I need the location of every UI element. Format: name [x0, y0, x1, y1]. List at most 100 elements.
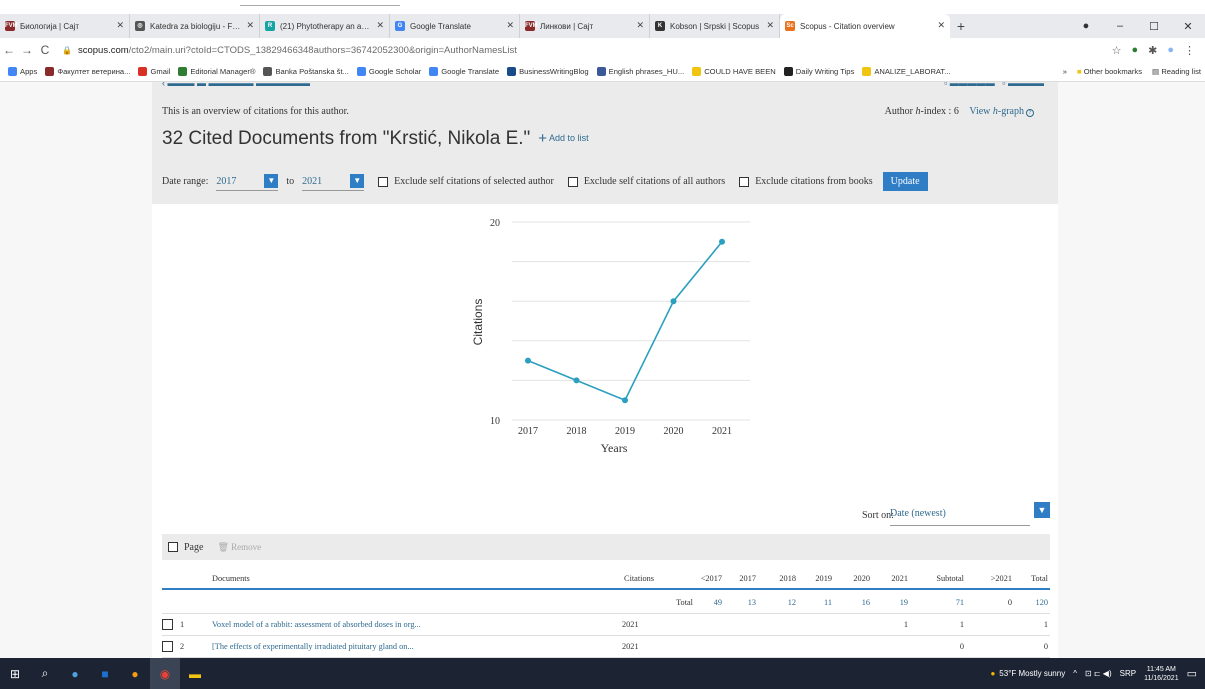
- sort-select[interactable]: Date (newest): [890, 508, 1030, 526]
- document-title-link[interactable]: [The effects of experimentally irradiate…: [212, 642, 414, 651]
- new-tab-button[interactable]: +: [950, 14, 972, 38]
- data-point[interactable]: [525, 357, 531, 364]
- checkbox-box[interactable]: [739, 176, 750, 187]
- browser-tab[interactable]: K Kobson | Srpski | Scopus ✕: [650, 14, 780, 38]
- from-year-select[interactable]: 2017 ▼: [216, 173, 279, 191]
- minimize-button[interactable]: –: [1103, 20, 1137, 32]
- bookmark-item[interactable]: BusinessWritingBlog: [507, 67, 589, 76]
- bookmark-item[interactable]: Apps: [8, 67, 37, 76]
- to-year-select[interactable]: 2021 ▼: [302, 173, 365, 191]
- tab-close-icon[interactable]: ✕: [246, 20, 254, 31]
- tab-close-icon[interactable]: ✕: [766, 20, 774, 31]
- outlook-icon[interactable]: ■: [90, 658, 120, 689]
- update-button[interactable]: Update: [882, 172, 928, 191]
- data-point[interactable]: [719, 238, 725, 245]
- tray-chevron-icon[interactable]: ^: [1073, 669, 1077, 678]
- bookmark-item[interactable]: Banka Poštanska št...: [263, 67, 349, 76]
- more-bookmarks-button[interactable]: »: [1063, 67, 1067, 76]
- bookmark-item[interactable]: Google Scholar: [356, 67, 421, 76]
- browser-tab[interactable]: G Google Translate ✕: [390, 14, 520, 38]
- bookmark-item[interactable]: ANALIZE_LABORAT...: [862, 67, 951, 76]
- export-print-partial[interactable]: ▫ ▬▬▬▬▬ ▫ ▬▬▬▬: [944, 82, 1044, 88]
- total-cell[interactable]: 71: [956, 598, 964, 607]
- maximize-button[interactable]: ☐: [1137, 20, 1171, 33]
- row-checkbox[interactable]: [162, 619, 173, 630]
- total-cell[interactable]: 11: [824, 598, 832, 607]
- row-checkbox[interactable]: [162, 641, 173, 652]
- total-cell[interactable]: 12: [788, 598, 796, 607]
- browser-tab[interactable]: R (21) Phytotherapy an alternative ✕: [260, 14, 390, 38]
- chrome-icon[interactable]: ◉: [150, 658, 180, 689]
- data-point[interactable]: [573, 377, 580, 384]
- exclude-self-all-label: Exclude self citations of all authors: [583, 176, 726, 187]
- bookmark-item[interactable]: Факултет ветерина...: [45, 67, 130, 76]
- bookmark-item[interactable]: Daily Writing Tips: [783, 67, 854, 76]
- browser-menu-icon[interactable]: ⋮: [1184, 44, 1195, 57]
- exclude-self-all-checkbox[interactable]: Exclude self citations of all authors: [567, 176, 726, 187]
- forward-arrow-icon[interactable]: →: [18, 43, 36, 57]
- bookmark-label: English phrases_HU...: [608, 67, 685, 76]
- chevron-down-icon[interactable]: ▼: [350, 174, 365, 188]
- total-cell[interactable]: 13: [748, 598, 756, 607]
- account-avatar[interactable]: ●: [1167, 44, 1174, 56]
- add-to-list-button[interactable]: + Add to list: [538, 130, 588, 147]
- browser-tab[interactable]: FVM Линкови | Сајт ✕: [520, 14, 650, 38]
- data-points: [525, 238, 725, 404]
- tray-icons[interactable]: ⊡ ⊏ ◀): [1085, 669, 1112, 678]
- data-point[interactable]: [622, 397, 628, 404]
- bookmark-icon: [862, 67, 872, 76]
- tab-close-icon[interactable]: ✕: [116, 20, 124, 31]
- browser-tab[interactable]: FVM Биологија | Сајт ✕: [0, 14, 130, 38]
- total-cell[interactable]: 49: [714, 598, 722, 607]
- chevron-down-icon[interactable]: ▼: [264, 174, 279, 188]
- exclude-self-author-label: Exclude self citations of selected autho…: [394, 176, 554, 187]
- page-checkbox[interactable]: [168, 542, 178, 552]
- bookmark-item[interactable]: Editorial Manager®: [178, 67, 255, 76]
- system-tray: ● 53°F Mostly sunny ^ ⊡ ⊏ ◀) SRP 11:45 AM…: [990, 665, 1205, 683]
- total-cell[interactable]: 19: [900, 598, 908, 607]
- windows-start-icon[interactable]: ⊞: [0, 658, 30, 689]
- exclude-self-author-checkbox[interactable]: Exclude self citations of selected autho…: [378, 176, 554, 187]
- bookmark-item[interactable]: Gmail: [138, 67, 170, 76]
- tab-close-icon[interactable]: ✕: [506, 20, 514, 31]
- browser-tab-bar: FVM Биологија | Сајт ✕ ◎ Katedra za biologij…: [0, 14, 1205, 38]
- total-cell[interactable]: 120: [1036, 598, 1048, 607]
- remove-button[interactable]: 🗑 Remove: [217, 542, 261, 553]
- exclude-books-checkbox[interactable]: Exclude citations from books: [739, 176, 873, 187]
- profile-icon[interactable]: ●: [1069, 20, 1103, 32]
- checkbox-box[interactable]: [378, 176, 389, 187]
- checkbox-box[interactable]: [567, 176, 578, 187]
- tab-close-icon[interactable]: ✕: [636, 20, 644, 31]
- bookmark-star-icon[interactable]: ☆: [1112, 44, 1122, 57]
- extension-icon[interactable]: ●: [1131, 44, 1138, 56]
- language-indicator[interactable]: SRP: [1120, 669, 1136, 678]
- total-cell[interactable]: 16: [862, 598, 870, 607]
- tab-close-icon[interactable]: ✕: [376, 20, 384, 31]
- reading-list[interactable]: ▤ Reading list: [1152, 67, 1201, 76]
- search-icon[interactable]: ⌕: [30, 658, 60, 689]
- browser-tab[interactable]: Sc Scopus - Citation overview ✕: [780, 14, 950, 38]
- chevron-down-icon[interactable]: ▼: [1034, 502, 1050, 518]
- view-h-graph-link[interactable]: View h-graph?: [969, 106, 1034, 117]
- clock[interactable]: 11:45 AM 11/16/2021: [1144, 665, 1179, 683]
- browser-tab[interactable]: ◎ Katedra za biologiju - Fakultet ve ✕: [130, 14, 260, 38]
- tab-close-icon[interactable]: ✕: [937, 20, 945, 31]
- close-window-button[interactable]: ✕: [1171, 20, 1205, 33]
- bookmark-item[interactable]: Google Translate: [429, 67, 499, 76]
- notifications-icon[interactable]: ▭: [1187, 667, 1197, 680]
- extensions-puzzle-icon[interactable]: ✱: [1148, 44, 1157, 57]
- weather-widget[interactable]: ● 53°F Mostly sunny: [990, 669, 1065, 678]
- bookmark-item[interactable]: COULD HAVE BEEN: [692, 67, 776, 76]
- app-icon[interactable]: ●: [60, 658, 90, 689]
- back-link-partial[interactable]: ‹ ▬▬▬ ▬ ▬▬▬▬▬ ▬▬▬▬▬▬: [162, 82, 310, 88]
- app-icon[interactable]: ●: [120, 658, 150, 689]
- help-icon[interactable]: ?: [1026, 109, 1034, 117]
- other-bookmarks[interactable]: ■ Other bookmarks: [1077, 67, 1142, 76]
- reload-icon[interactable]: C: [36, 43, 54, 57]
- back-arrow-icon[interactable]: ←: [0, 43, 18, 57]
- bookmark-item[interactable]: English phrases_HU...: [596, 67, 685, 76]
- file-explorer-icon[interactable]: ▬: [180, 658, 210, 689]
- url-field[interactable]: 🔒 scopus.com/cto2/main.uri?ctoId=CTODS_13…: [62, 45, 517, 56]
- document-title-link[interactable]: Voxel model of a rabbit: assessment of a…: [212, 620, 421, 629]
- data-point[interactable]: [670, 298, 677, 305]
